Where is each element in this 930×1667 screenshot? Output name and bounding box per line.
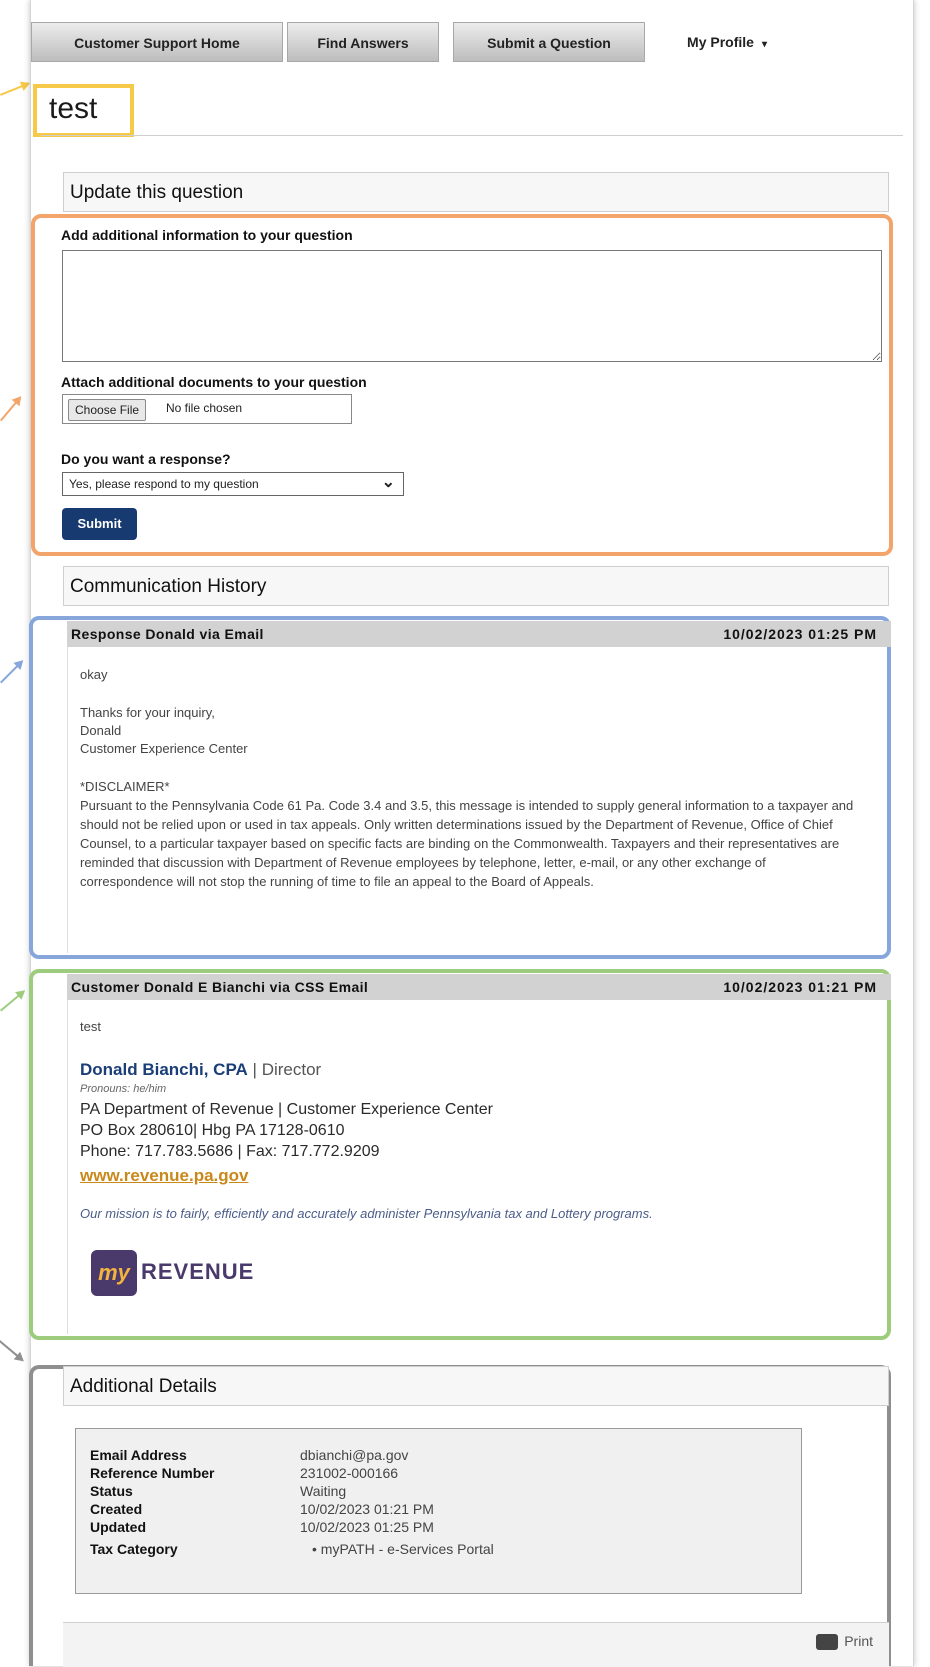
detail-key: Email Address [90, 1447, 187, 1463]
response-label: Do you want a response? [61, 451, 231, 467]
file-input[interactable]: Choose File No file chosen [62, 394, 352, 424]
add-info-label: Add additional information to your quest… [61, 227, 353, 243]
message-text: okay [80, 667, 108, 682]
detail-value: dbianchi@pa.gov [300, 1447, 409, 1463]
tab-customer-support-home[interactable]: Customer Support Home [31, 22, 283, 62]
dropdown-caret-icon: ▾ [761, 39, 767, 50]
details-footer: Print [63, 1622, 889, 1667]
response-select-value: Yes, please respond to my question [69, 477, 259, 491]
file-status: No file chosen [166, 401, 243, 415]
message-sender: Response Donald via Email [71, 626, 264, 642]
detail-value: 10/02/2023 01:21 PM [300, 1501, 434, 1517]
tab-my-profile[interactable]: My Profile ▾ [649, 22, 805, 62]
tab-submit-a-question[interactable]: Submit a Question [453, 22, 645, 62]
tab-my-profile-label: My Profile [687, 34, 754, 50]
message-text: Thanks for your inquiry, [80, 705, 215, 720]
message-timestamp: 10/02/2023 01:21 PM [723, 979, 877, 995]
message-header: Customer Donald E Bianchi via CSS Email … [67, 974, 891, 1000]
message-timestamp: 10/02/2023 01:25 PM [723, 626, 877, 642]
disclaimer-text: Pursuant to the Pennsylvania Code 61 Pa.… [80, 798, 854, 889]
disclaimer-title: *DISCLAIMER* [80, 779, 170, 794]
choose-file-button[interactable]: Choose File [68, 399, 147, 421]
signature-address: PO Box 280610| Hbg PA 17128-0610 [80, 1122, 345, 1139]
detail-key: Created [90, 1501, 143, 1517]
detail-key: Reference Number [90, 1465, 215, 1481]
attach-docs-label: Attach additional documents to your ques… [61, 374, 367, 390]
annotation-arrow-title [0, 82, 29, 96]
signature-dept: PA Department of Revenue | Customer Expe… [80, 1101, 493, 1118]
annotation-arrow-customer [0, 990, 25, 1012]
annotation-arrow-details [0, 1340, 23, 1361]
details-panel: Email Address dbianchi@pa.gov Reference … [75, 1428, 802, 1594]
signature-separator: | [247, 1060, 262, 1079]
message-text: Donald [80, 723, 122, 738]
print-button[interactable]: Print [816, 1633, 873, 1651]
detail-value: 10/02/2023 01:25 PM [300, 1519, 434, 1535]
detail-key: Tax Category [90, 1541, 178, 1557]
logo-wordmark: REVENUE [141, 1259, 255, 1284]
mission-statement: Our mission is to fairly, efficiently an… [80, 1206, 653, 1221]
signature-role: Director [261, 1060, 322, 1079]
page-title: test [49, 92, 98, 125]
chevron-down-icon: ⌄ [381, 474, 395, 491]
detail-key: Updated [90, 1519, 146, 1535]
communication-history-heading: Communication History [63, 566, 889, 606]
website-link[interactable]: www.revenue.pa.gov [80, 1166, 248, 1186]
logo-badge: my [91, 1250, 137, 1296]
message-text: test [80, 1019, 101, 1034]
message-text: Customer Experience Center [80, 741, 248, 756]
tab-find-answers[interactable]: Find Answers [287, 22, 439, 62]
page: Customer Support Home Find Answers Submi… [29, 0, 914, 1667]
message-sender: Customer Donald E Bianchi via CSS Email [71, 979, 369, 995]
signature-pronoun: Pronouns: he/him [80, 1083, 167, 1095]
message-header: Response Donald via Email 10/02/2023 01:… [67, 621, 891, 647]
annotation-arrow-response [0, 660, 23, 684]
detail-value: • myPATH - e-Services Portal [312, 1541, 494, 1557]
additional-info-textarea[interactable] [62, 250, 882, 362]
print-label: Print [844, 1633, 873, 1649]
myrevenue-logo: my REVENUE [91, 1250, 261, 1296]
submit-button[interactable]: Submit [62, 508, 137, 540]
signature-name-text: Donald Bianchi, CPA [80, 1060, 248, 1079]
annotation-arrow-form [0, 397, 21, 422]
title-divider [41, 135, 903, 136]
update-question-heading: Update this question [63, 172, 889, 212]
additional-details-heading: Additional Details [63, 1366, 889, 1406]
detail-key: Status [90, 1483, 133, 1499]
signature-name: Donald Bianchi, CPA | Director [80, 1060, 321, 1080]
signature-phone: Phone: 717.783.5686 | Fax: 717.772.9209 [80, 1143, 380, 1160]
detail-value: Waiting [300, 1483, 347, 1499]
detail-value: 231002-000166 [300, 1465, 399, 1481]
printer-icon [816, 1634, 839, 1651]
response-select[interactable]: Yes, please respond to my question ⌄ [62, 472, 404, 496]
